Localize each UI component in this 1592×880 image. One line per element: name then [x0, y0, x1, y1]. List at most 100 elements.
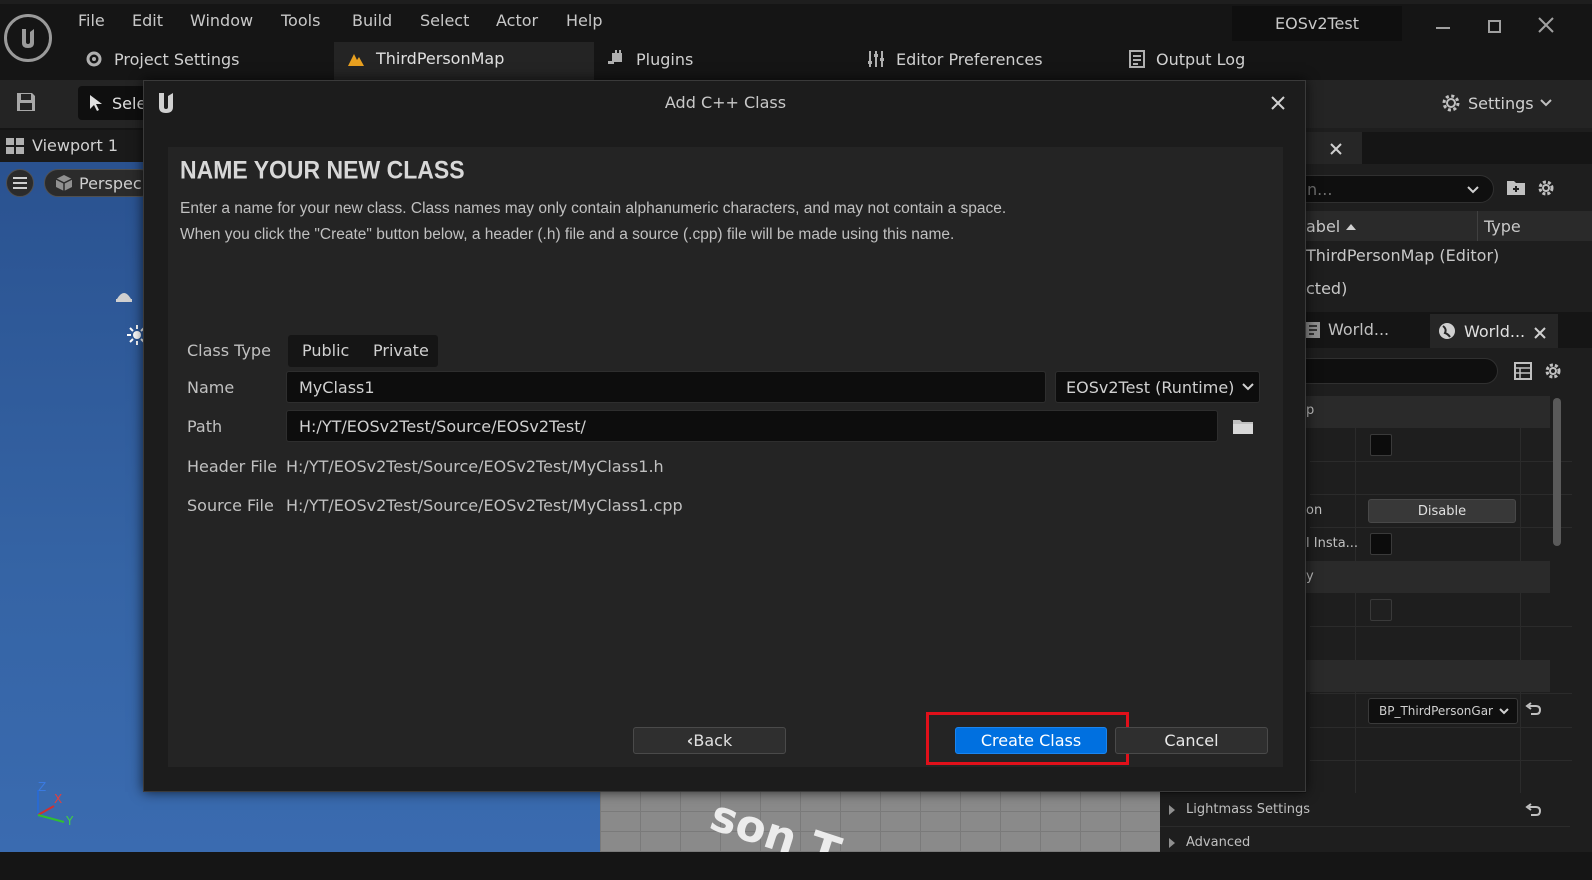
path-label: Path — [187, 417, 223, 436]
class-name-value: MyClass1 — [299, 377, 375, 397]
column-divider — [1477, 211, 1478, 241]
dialog-heading: NAME YOUR NEW CLASS — [180, 155, 465, 184]
details-category-p-label: p — [1306, 403, 1315, 418]
details-row-divider — [1310, 461, 1572, 462]
column-type-header[interactable]: Type — [1484, 217, 1521, 236]
tab-output-log[interactable]: Output Log — [1128, 49, 1245, 69]
lightmass-settings-row[interactable]: Lightmass Settings — [1168, 802, 1310, 817]
cursor-icon — [90, 95, 102, 111]
class-type-private[interactable]: Private — [373, 341, 429, 360]
details-tab-close-button[interactable] — [1534, 324, 1546, 339]
select-mode-label: Sele — [112, 93, 147, 113]
add-folder-icon — [1507, 181, 1525, 195]
axis-z-label: Z — [38, 780, 47, 794]
details-category-y-label: y — [1306, 569, 1314, 584]
details-row-divider — [1310, 693, 1572, 694]
menu-window[interactable]: Window — [190, 11, 253, 30]
path-value: H:/YT/EOSv2Test/Source/EOSv2Test/ — [299, 416, 586, 436]
viewport-floor — [600, 792, 1160, 852]
save-button[interactable] — [14, 90, 38, 114]
chevron-down-icon — [1242, 383, 1255, 391]
tab-plugins[interactable]: Plugins — [606, 49, 693, 69]
viewport-tab[interactable]: Viewport 1 — [6, 136, 118, 155]
details-category-blank[interactable] — [1306, 660, 1550, 692]
viewport-menu-button[interactable] — [6, 169, 34, 197]
table-view-button[interactable] — [1514, 362, 1532, 380]
reset-lightmass-button[interactable] — [1525, 803, 1542, 819]
outliner-search-input[interactable]: n... — [1290, 175, 1494, 203]
outliner-close-button[interactable] — [1330, 140, 1342, 155]
perspective-button[interactable]: Perspec — [44, 169, 154, 197]
menu-build[interactable]: Build — [352, 11, 392, 30]
class-type-public[interactable]: Public — [302, 341, 349, 360]
cube-icon — [55, 175, 73, 191]
outliner-row-selected[interactable]: cted) — [1306, 279, 1347, 298]
details-search-input[interactable] — [1290, 358, 1498, 384]
menu-help[interactable]: Help — [566, 11, 602, 30]
outliner-search-placeholder: n... — [1307, 179, 1333, 199]
light-actor-icon[interactable] — [114, 287, 134, 303]
details-column-divider — [1355, 428, 1356, 828]
details-category-y[interactable] — [1306, 561, 1550, 593]
unreal-logo-icon[interactable] — [4, 14, 52, 62]
close-window-button[interactable] — [1536, 15, 1556, 35]
details-category-p[interactable] — [1306, 396, 1550, 428]
title-bar-top-line — [0, 0, 1592, 4]
path-input[interactable]: H:/YT/EOSv2Test/Source/EOSv2Test/ — [286, 410, 1218, 442]
menu-select[interactable]: Select — [420, 11, 469, 30]
class-name-input[interactable]: MyClass1 — [286, 371, 1046, 403]
reset-icon — [1525, 803, 1542, 816]
details-checkbox-3[interactable] — [1370, 599, 1392, 621]
disable-button[interactable]: Disable — [1368, 499, 1516, 523]
details-row-insta-label: l Insta... — [1306, 536, 1359, 551]
level-icon — [348, 53, 364, 66]
menu-actor[interactable]: Actor — [496, 11, 538, 30]
menu-edit[interactable]: Edit — [132, 11, 163, 30]
advanced-row[interactable]: Advanced — [1168, 835, 1250, 850]
create-class-button[interactable]: Create Class — [955, 727, 1107, 754]
maximize-button[interactable] — [1488, 20, 1501, 33]
module-dropdown[interactable]: EOSv2Test (Runtime) — [1055, 371, 1260, 403]
sort-up-icon — [1346, 223, 1357, 230]
lightmass-label: Lightmass Settings — [1186, 802, 1311, 817]
details-scrollbar[interactable] — [1553, 398, 1561, 546]
browse-folder-button[interactable] — [1232, 418, 1254, 436]
reset-gamemode-button[interactable] — [1525, 702, 1542, 718]
perspective-label: Perspec — [79, 173, 142, 193]
dialog-title: Add C++ Class — [664, 93, 787, 112]
column-label-header[interactable]: abel — [1306, 217, 1357, 236]
close-icon — [1330, 143, 1342, 155]
tab-editor-preferences[interactable]: Editor Preferences — [866, 49, 1043, 69]
outliner-row-map[interactable]: ThirdPersonMap (Editor) — [1306, 246, 1499, 265]
tab-third-person-map[interactable]: ThirdPersonMap — [346, 49, 504, 68]
details-checkbox-2[interactable] — [1370, 533, 1392, 555]
dialog-close-button[interactable] — [1270, 95, 1286, 111]
gear-icon — [1545, 363, 1561, 379]
expand-arrow-icon — [1169, 837, 1175, 848]
back-button[interactable]: ‹ Back — [633, 727, 786, 754]
add-folder-button[interactable] — [1506, 178, 1526, 196]
chevron-down-icon — [1467, 186, 1479, 194]
header-file-label: Header File — [187, 457, 278, 476]
settings-button[interactable]: Settings — [1440, 91, 1552, 115]
source-file-label: Source File — [187, 496, 274, 515]
gamemode-dropdown[interactable]: BP_ThirdPersonGar — [1368, 698, 1518, 724]
cancel-button[interactable]: Cancel — [1115, 727, 1268, 754]
advanced-label: Advanced — [1186, 835, 1251, 850]
chevron-down-icon — [1499, 707, 1509, 714]
log-icon — [1129, 50, 1145, 68]
details-settings-button[interactable] — [1543, 361, 1563, 381]
world-settings-icon — [1306, 321, 1320, 338]
source-file-value: H:/YT/EOSv2Test/Source/EOSv2Test/MyClass… — [286, 496, 683, 515]
menu-file[interactable]: File — [78, 11, 105, 30]
table-icon — [1514, 362, 1532, 380]
minimize-button[interactable] — [1436, 18, 1450, 32]
details-tab-world-1[interactable]: World... — [1306, 320, 1389, 339]
gear-icon — [1538, 180, 1554, 196]
tab-project-settings[interactable]: Project Settings — [84, 49, 239, 69]
outliner-settings-button[interactable] — [1536, 178, 1556, 198]
menu-tools[interactable]: Tools — [281, 11, 320, 30]
folder-icon — [1233, 420, 1253, 434]
details-checkbox-1[interactable] — [1370, 434, 1392, 456]
details-column-divider-2 — [1520, 428, 1521, 828]
